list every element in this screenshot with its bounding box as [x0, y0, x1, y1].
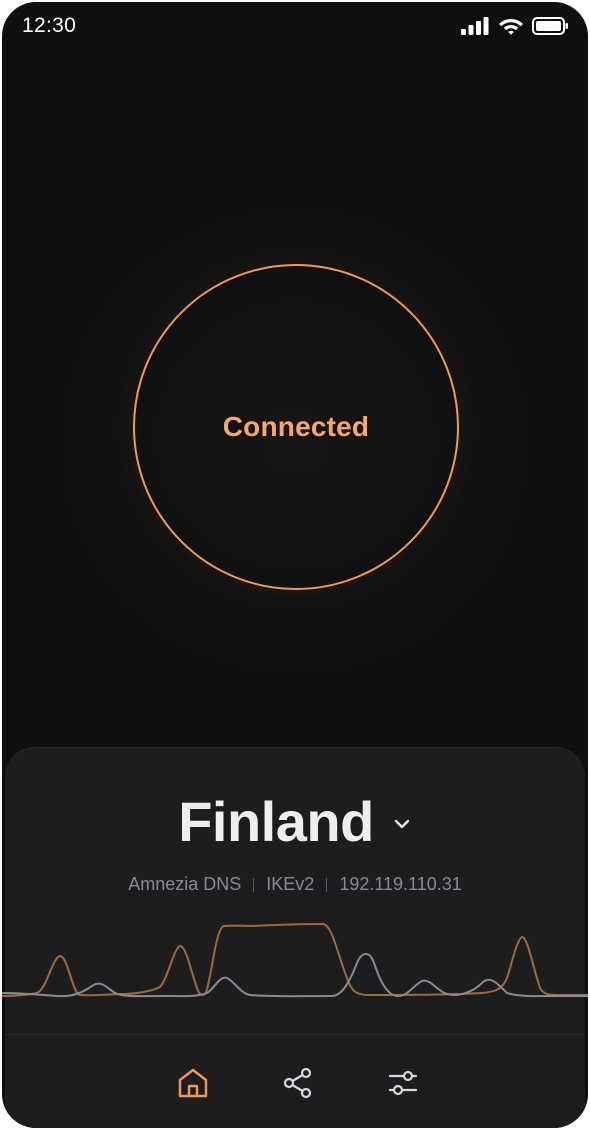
location-selector[interactable]: Finland	[5, 786, 585, 856]
tab-settings[interactable]	[381, 1061, 425, 1105]
traffic-graph	[2, 923, 588, 998]
separator	[253, 877, 255, 892]
connection-details: Amnezia DNS IKEv2 192.119.110.31	[5, 874, 585, 895]
tab-bar	[5, 1035, 585, 1128]
share-icon	[283, 1067, 312, 1099]
dns-label: Amnezia DNS	[128, 874, 242, 894]
chevron-down-icon	[394, 819, 409, 829]
status-icons	[460, 16, 570, 36]
connection-status-label: Connected	[222, 411, 370, 442]
bottom-panel: Finland Amnezia DNS IKEv2 192.119.110.31	[2, 747, 588, 1128]
wifi-icon	[499, 19, 523, 35]
status-bar: 12:30	[2, 2, 588, 56]
tab-share[interactable]	[276, 1061, 320, 1105]
tab-home[interactable]	[171, 1061, 215, 1105]
home-icon	[178, 1068, 208, 1098]
status-time: 12:30	[22, 14, 77, 37]
ip-address-label: 192.119.110.31	[339, 874, 462, 894]
settings-sliders-icon	[388, 1070, 418, 1096]
separator	[326, 877, 328, 892]
battery-icon	[532, 17, 568, 35]
cellular-signal-icon	[461, 17, 489, 35]
protocol-label: IKEv2	[266, 874, 315, 894]
upload-traffic-line	[2, 953, 588, 998]
country-name: Finland	[178, 789, 374, 853]
phone-screen: 12:30 Connected Finland Amnezia DNS IKEv…	[2, 2, 588, 1128]
connection-toggle-button[interactable]: Connected	[133, 264, 459, 590]
